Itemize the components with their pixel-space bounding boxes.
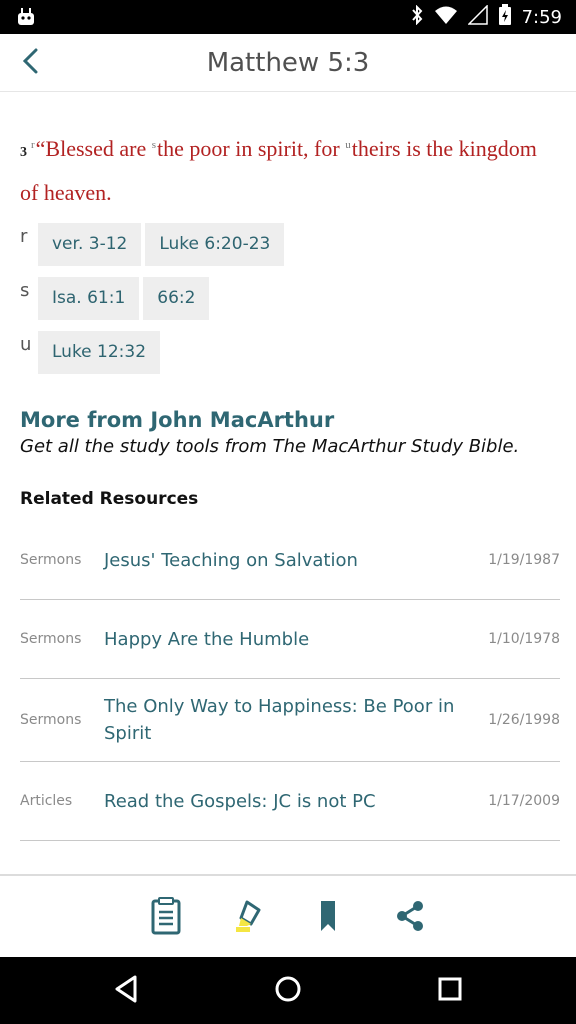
bottom-toolbar xyxy=(0,874,576,957)
app-bar: Matthew 5:3 xyxy=(0,34,576,92)
verse-number: 3 xyxy=(20,145,27,160)
resource-title[interactable]: Jesus' Teaching on Salvation xyxy=(104,547,464,574)
resource-date: 1/10/1978 xyxy=(488,631,560,647)
resource-title[interactable]: The Only Way to Happiness: Be Poor in Sp… xyxy=(104,693,464,747)
cross-ref-chip[interactable]: Isa. 61:1 xyxy=(38,277,140,320)
resource-type: Sermons xyxy=(20,552,82,568)
nav-home-button[interactable] xyxy=(270,973,306,1009)
cross-ref-marker-s[interactable]: s xyxy=(152,139,156,151)
bluetooth-icon xyxy=(410,4,424,30)
resource-title[interactable]: Happy Are the Humble xyxy=(104,626,464,653)
resource-type: Sermons xyxy=(20,712,82,728)
triangle-back-icon xyxy=(113,975,139,1008)
square-recents-icon xyxy=(438,977,462,1006)
cross-ref-chip[interactable]: Luke 6:20-23 xyxy=(145,223,285,266)
cross-ref-chip[interactable]: Luke 12:32 xyxy=(38,331,161,374)
share-icon xyxy=(395,900,425,937)
cross-ref-chip[interactable]: ver. 3-12 xyxy=(38,223,142,266)
cross-references: r ver. 3-12 Luke 6:20-23 s Isa. 61:1 66:… xyxy=(20,223,560,374)
status-bar: 7:59 xyxy=(0,0,576,34)
resource-type: Articles xyxy=(20,793,73,809)
list-item[interactable]: Articles Read the Gospels: JC is not PC … xyxy=(20,762,560,841)
nav-back-button[interactable] xyxy=(108,973,144,1009)
more-from-author-link[interactable]: More from John MacArthur xyxy=(20,408,560,432)
cross-ref-marker-u[interactable]: u xyxy=(345,139,351,151)
wifi-icon xyxy=(434,5,458,30)
list-item[interactable]: Sermons Jesus' Teaching on Salvation 1/1… xyxy=(20,521,560,600)
signal-icon xyxy=(466,3,488,30)
circle-home-icon xyxy=(274,975,302,1008)
verse-text: 3 r“Blessed are sthe poor in spirit, for … xyxy=(20,125,560,213)
verse-segment: “Blessed are xyxy=(35,136,152,161)
notes-button[interactable] xyxy=(146,896,186,940)
resource-date: 1/19/1987 xyxy=(488,552,560,568)
system-nav-bar xyxy=(0,957,576,1024)
notes-icon xyxy=(151,896,181,940)
list-item[interactable]: Sermons Happy Are the Humble 1/10/1978 xyxy=(20,600,560,679)
highlight-button[interactable] xyxy=(229,896,269,940)
resource-title[interactable]: Read the Gospels: JC is not PC xyxy=(104,788,464,815)
page-title: Matthew 5:3 xyxy=(206,48,370,78)
share-button[interactable] xyxy=(390,896,430,940)
bookmark-button[interactable] xyxy=(308,896,348,940)
cross-ref-letter: s xyxy=(20,280,30,301)
resource-date: 1/26/1998 xyxy=(488,712,560,728)
nav-recents-button[interactable] xyxy=(432,973,468,1009)
highlighter-icon xyxy=(233,898,265,939)
battery-charging-icon xyxy=(498,3,512,31)
cross-ref-row: s Isa. 61:1 66:2 xyxy=(20,277,560,320)
related-resources-list: Sermons Jesus' Teaching on Salvation 1/1… xyxy=(20,521,560,841)
cross-ref-letter: r xyxy=(20,226,28,247)
cross-ref-row: r ver. 3-12 Luke 6:20-23 xyxy=(20,223,560,266)
cross-ref-letter: u xyxy=(20,334,32,355)
related-resources-heading: Related Resources xyxy=(20,489,199,509)
cross-ref-chip[interactable]: 66:2 xyxy=(143,277,210,320)
status-time: 7:59 xyxy=(521,6,562,28)
resource-type: Sermons xyxy=(20,631,82,647)
cross-ref-row: u Luke 12:32 xyxy=(20,331,560,374)
resource-date: 1/17/2009 xyxy=(488,793,560,809)
more-subtitle: Get all the study tools from The MacArth… xyxy=(20,436,520,457)
list-item[interactable]: Sermons The Only Way to Happiness: Be Po… xyxy=(20,679,560,762)
main-content: 3 r“Blessed are sthe poor in spirit, for … xyxy=(20,92,560,841)
verse-segment: the poor in spirit, for xyxy=(157,136,346,161)
android-notification-icon xyxy=(16,8,36,31)
cross-ref-marker-r[interactable]: r xyxy=(31,139,35,151)
bookmark-icon xyxy=(320,900,336,937)
